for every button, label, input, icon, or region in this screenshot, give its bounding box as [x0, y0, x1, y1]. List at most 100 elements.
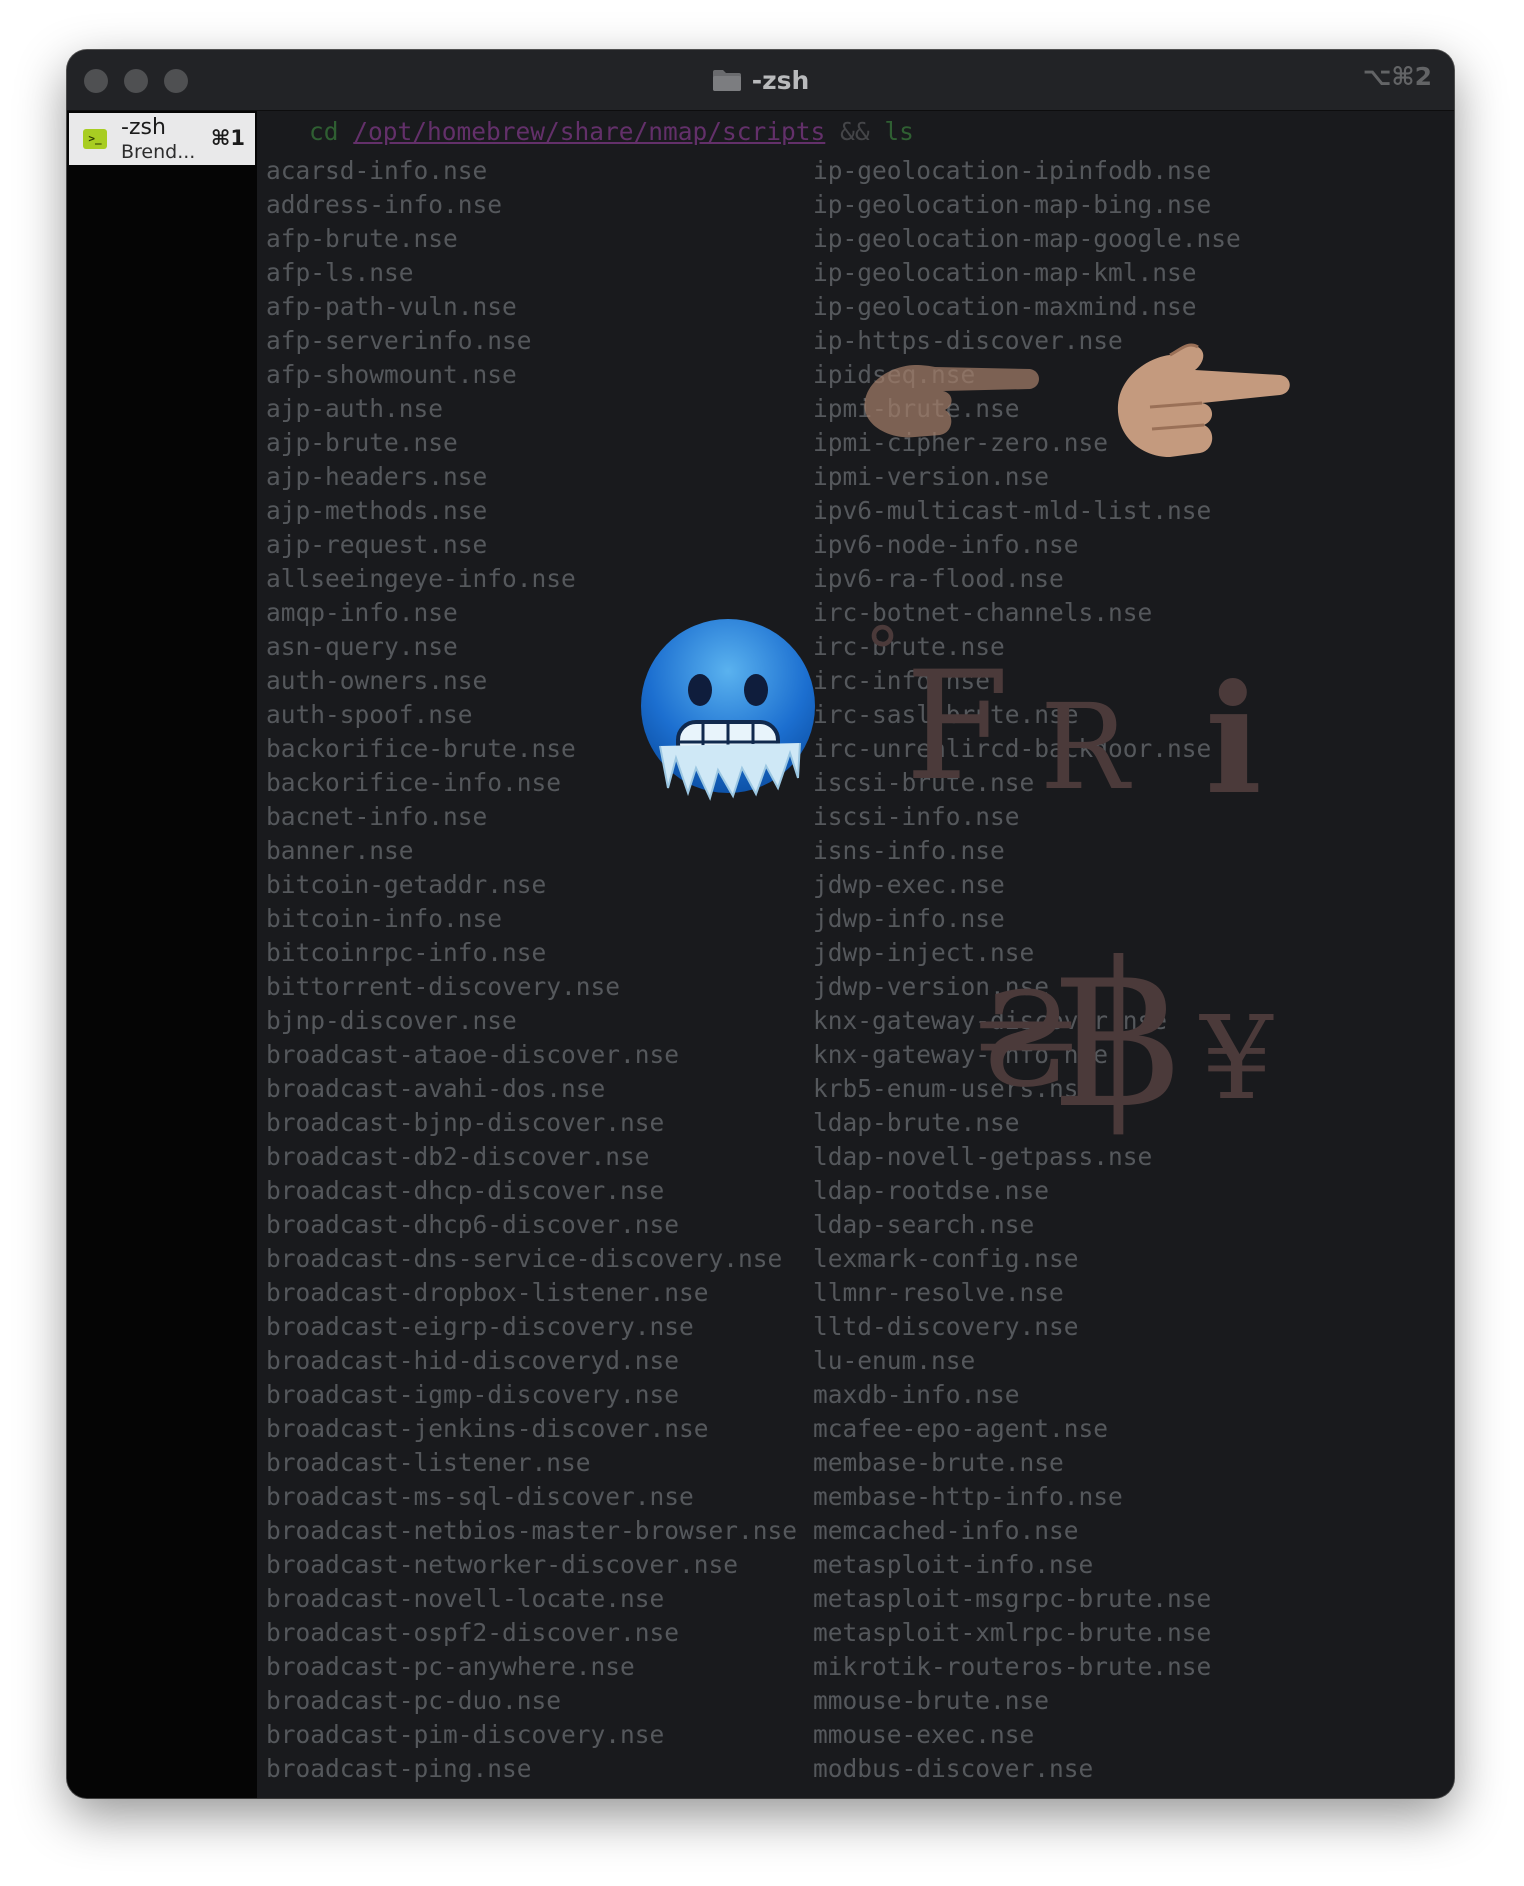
tab-zsh[interactable]: >_ -zsh Brend... ⌘1 [69, 113, 255, 165]
file-entry: knx-gateway-discover.nse [813, 1006, 1168, 1035]
file-entry: broadcast-db2-discover.nse [266, 1142, 650, 1171]
file-entry: broadcast-dropbox-listener.nse [266, 1278, 709, 1307]
file-entry: broadcast-bjnp-discover.nse [266, 1108, 665, 1137]
file-entry: knx-gateway-info.nse [813, 1040, 1109, 1069]
file-entry: ip-geolocation-maxmind.nse [813, 292, 1197, 321]
file-entry: bitcoin-info.nse [266, 904, 503, 933]
file-entry: metasploit-info.nse [813, 1550, 1094, 1579]
terminal-window: -zsh ⌥⌘2 >_ -zsh Brend... ⌘1 cd /opt/hom… [67, 50, 1454, 1798]
file-entry: broadcast-ataoe-discover.nse [266, 1040, 680, 1069]
file-entry: broadcast-networker-discover.nse [266, 1550, 739, 1579]
file-entry: afp-serverinfo.nse [266, 326, 532, 355]
file-entry: auth-spoof.nse [266, 700, 473, 729]
file-entry: broadcast-dns-service-discovery.nse [266, 1244, 783, 1273]
file-entry: broadcast-listener.nse [266, 1448, 591, 1477]
file-entry: allseeingeye-info.nse [266, 564, 576, 593]
cd-command: cd [309, 117, 339, 146]
file-entry: broadcast-ping.nse [266, 1754, 532, 1783]
file-entry: ajp-auth.nse [266, 394, 444, 423]
file-list-left: acarsd-info.nse address-info.nse afp-brute… [266, 154, 797, 1786]
file-entry: ipmi-cipher-zero.nse [813, 428, 1109, 457]
file-entry: broadcast-dhcp6-discover.nse [266, 1210, 680, 1239]
title-bar[interactable]: -zsh ⌥⌘2 [67, 50, 1454, 111]
file-entry: ajp-headers.nse [266, 462, 488, 491]
file-entry: ldap-novell-getpass.nse [813, 1142, 1153, 1171]
file-entry: iscsi-info.nse [813, 802, 1020, 831]
file-entry: ipmi-version.nse [813, 462, 1050, 491]
file-entry: broadcast-pim-discovery.nse [266, 1720, 665, 1749]
file-entry: bitcoin-getaddr.nse [266, 870, 547, 899]
file-entry: mikrotik-routeros-brute.nse [813, 1652, 1212, 1681]
tab-title: -zsh [121, 115, 166, 140]
file-entry: address-info.nse [266, 190, 503, 219]
terminal-icon: >_ [83, 129, 107, 149]
file-entry: bacnet-info.nse [266, 802, 488, 831]
file-entry: bitcoinrpc-info.nse [266, 938, 547, 967]
file-list-right: ip-geolocation-ipinfodb.nse ip-geolocatio… [813, 154, 1241, 1786]
file-entry: irc-sasl-brute.nse [813, 700, 1079, 729]
file-entry: broadcast-netbios-master-browser.nse [266, 1516, 798, 1545]
command-line: cd /opt/homebrew/share/nmap/scripts && l… [309, 117, 914, 146]
file-entry: broadcast-pc-anywhere.nse [266, 1652, 635, 1681]
file-entry: lu-enum.nse [813, 1346, 976, 1375]
file-entry: amqp-info.nse [266, 598, 458, 627]
file-entry: metasploit-msgrpc-brute.nse [813, 1584, 1212, 1613]
file-entry: broadcast-ospf2-discover.nse [266, 1618, 680, 1647]
file-entry: membase-http-info.nse [813, 1482, 1123, 1511]
tab-subtitle: Brend... [121, 141, 196, 163]
file-entry: ip-geolocation-map-kml.nse [813, 258, 1197, 287]
file-entry: ip-geolocation-ipinfodb.nse [813, 156, 1212, 185]
file-entry: irc-brute.nse [813, 632, 1005, 661]
file-entry: broadcast-ms-sql-discover.nse [266, 1482, 694, 1511]
file-entry: ipidseq.nse [813, 360, 976, 389]
file-entry: broadcast-pc-duo.nse [266, 1686, 562, 1715]
file-entry: ajp-methods.nse [266, 496, 488, 525]
file-entry: krb5-enum-users.nse [813, 1074, 1094, 1103]
file-entry: memcached-info.nse [813, 1516, 1079, 1545]
file-entry: jdwp-version.nse [813, 972, 1050, 1001]
file-entry: isns-info.nse [813, 836, 1005, 865]
file-entry: backorifice-info.nse [266, 768, 562, 797]
window-title-group: -zsh [67, 62, 1454, 98]
file-entry: afp-path-vuln.nse [266, 292, 517, 321]
file-entry: mmouse-brute.nse [813, 1686, 1050, 1715]
file-entry: broadcast-hid-discoveryd.nse [266, 1346, 680, 1375]
file-entry: afp-brute.nse [266, 224, 458, 253]
sidebar: >_ -zsh Brend... ⌘1 [67, 111, 257, 1798]
folder-icon [712, 70, 741, 91]
file-entry: ajp-brute.nse [266, 428, 458, 457]
file-entry: ip-geolocation-map-google.nse [813, 224, 1241, 253]
file-entry: ajp-request.nse [266, 530, 488, 559]
file-entry: jdwp-inject.nse [813, 938, 1035, 967]
file-entry: broadcast-avahi-dos.nse [266, 1074, 606, 1103]
path-link[interactable]: /opt/homebrew/share/nmap/scripts [353, 117, 825, 146]
window-shortcut: ⌥⌘2 [1362, 62, 1432, 91]
file-entry: broadcast-jenkins-discover.nse [266, 1414, 709, 1443]
file-entry: mmouse-exec.nse [813, 1720, 1035, 1749]
file-entry: llmnr-resolve.nse [813, 1278, 1064, 1307]
file-entry: broadcast-dhcp-discover.nse [266, 1176, 665, 1205]
file-entry: irc-botnet-channels.nse [813, 598, 1153, 627]
window-title: -zsh [751, 65, 810, 95]
file-entry: metasploit-xmlrpc-brute.nse [813, 1618, 1212, 1647]
file-entry: afp-ls.nse [266, 258, 414, 287]
file-entry: bjnp-discover.nse [266, 1006, 517, 1035]
file-entry: jdwp-exec.nse [813, 870, 1005, 899]
file-entry: modbus-discover.nse [813, 1754, 1094, 1783]
file-entry: membase-brute.nse [813, 1448, 1064, 1477]
file-entry: maxdb-info.nse [813, 1380, 1020, 1409]
file-entry: ldap-search.nse [813, 1210, 1035, 1239]
terminal-output[interactable]: cd /opt/homebrew/share/nmap/scripts && l… [257, 111, 1454, 1798]
file-entry: ipmi-brute.nse [813, 394, 1020, 423]
file-entry: jdwp-info.nse [813, 904, 1005, 933]
file-entry: mcafee-epo-agent.nse [813, 1414, 1109, 1443]
file-entry: asn-query.nse [266, 632, 458, 661]
file-entry: ipv6-multicast-mld-list.nse [813, 496, 1212, 525]
file-entry: backorifice-brute.nse [266, 734, 576, 763]
ls-command: ls [884, 117, 914, 146]
file-entry: afp-showmount.nse [266, 360, 517, 389]
file-entry: lltd-discovery.nse [813, 1312, 1079, 1341]
file-entry: acarsd-info.nse [266, 156, 488, 185]
file-entry: broadcast-igmp-discovery.nse [266, 1380, 680, 1409]
file-entry: irc-unrealircd-backdoor.nse [813, 734, 1212, 763]
